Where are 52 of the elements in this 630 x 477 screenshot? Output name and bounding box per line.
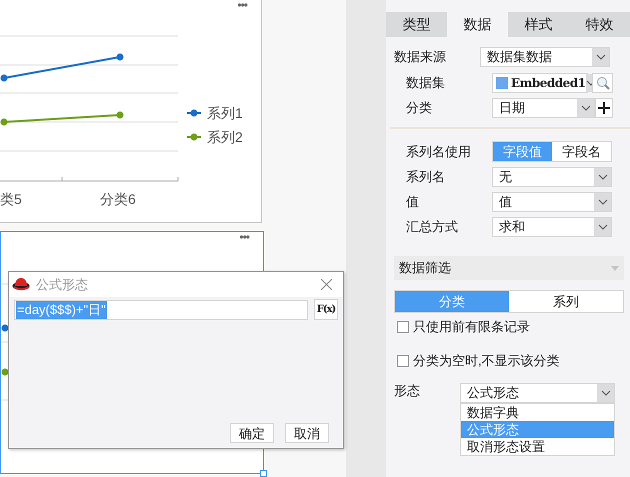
axis-label: 类5 xyxy=(0,191,22,207)
field-label: 形态 xyxy=(394,382,421,400)
data-point xyxy=(2,324,8,332)
field-label: 分类 xyxy=(406,99,433,118)
chevron-down-icon xyxy=(596,54,606,60)
chevron-down-icon xyxy=(598,174,608,180)
plus-icon xyxy=(598,102,610,114)
caret-icon xyxy=(611,266,619,270)
field-label: 系列名 xyxy=(406,168,446,186)
add-button[interactable] xyxy=(595,98,613,118)
dialog-button[interactable]: 取消 xyxy=(285,423,329,443)
dropdown[interactable]: 求和 xyxy=(492,217,612,237)
checkbox[interactable] xyxy=(397,321,409,333)
field-label: 数据来源 xyxy=(394,48,447,66)
table-icon xyxy=(496,77,508,89)
hat-icon xyxy=(12,276,30,292)
dialog-title: 公式形态 xyxy=(36,276,89,294)
field-label: 系列名使用 xyxy=(406,142,472,161)
search-button[interactable] xyxy=(592,73,613,93)
chevron-down-icon xyxy=(598,224,608,230)
checkbox[interactable] xyxy=(397,355,409,367)
dropdown[interactable]: 数据集数据 xyxy=(480,47,610,67)
search-icon xyxy=(596,76,610,90)
axis-label: 分类6 xyxy=(100,191,136,207)
dropdown[interactable]: 公式形态 xyxy=(460,383,615,403)
dropdown[interactable]: 无 xyxy=(492,167,612,187)
more-icon[interactable]: ••• xyxy=(239,228,249,246)
formula-button[interactable]: F(x) xyxy=(314,299,338,320)
legend-label: 系列1 xyxy=(207,105,243,121)
legend-marker-icon xyxy=(187,134,201,140)
checkbox-label: 分类为空时,不显示该分类 xyxy=(413,352,560,370)
close-icon xyxy=(320,279,332,290)
dropdown[interactable]: 日期 xyxy=(492,98,595,118)
menu-item[interactable]: 取消形态设置 xyxy=(461,438,614,455)
close-button[interactable] xyxy=(318,276,334,292)
panel-tab[interactable]: 数据 xyxy=(447,12,508,37)
resize-handle[interactable] xyxy=(260,470,267,477)
chevron-down-icon xyxy=(580,105,590,111)
legend-label: 系列2 xyxy=(207,129,243,145)
more-icon[interactable]: ••• xyxy=(237,0,247,14)
checkbox-label: 只使用前有限条记录 xyxy=(413,318,530,336)
field-label: 数据集 xyxy=(406,74,446,92)
field-label: 汇总方式 xyxy=(406,218,459,236)
dropdown[interactable]: 值 xyxy=(492,192,612,212)
data-point xyxy=(2,368,8,376)
legend-marker-icon xyxy=(187,110,201,116)
chevron-down-icon xyxy=(600,390,610,396)
field-label: 值 xyxy=(406,193,420,212)
menu-item[interactable]: 数据字典 xyxy=(461,404,614,421)
section-header[interactable]: 数据筛选 xyxy=(394,256,624,280)
chevron-down-icon xyxy=(598,199,608,205)
dialog-button[interactable]: 确定 xyxy=(230,423,274,443)
